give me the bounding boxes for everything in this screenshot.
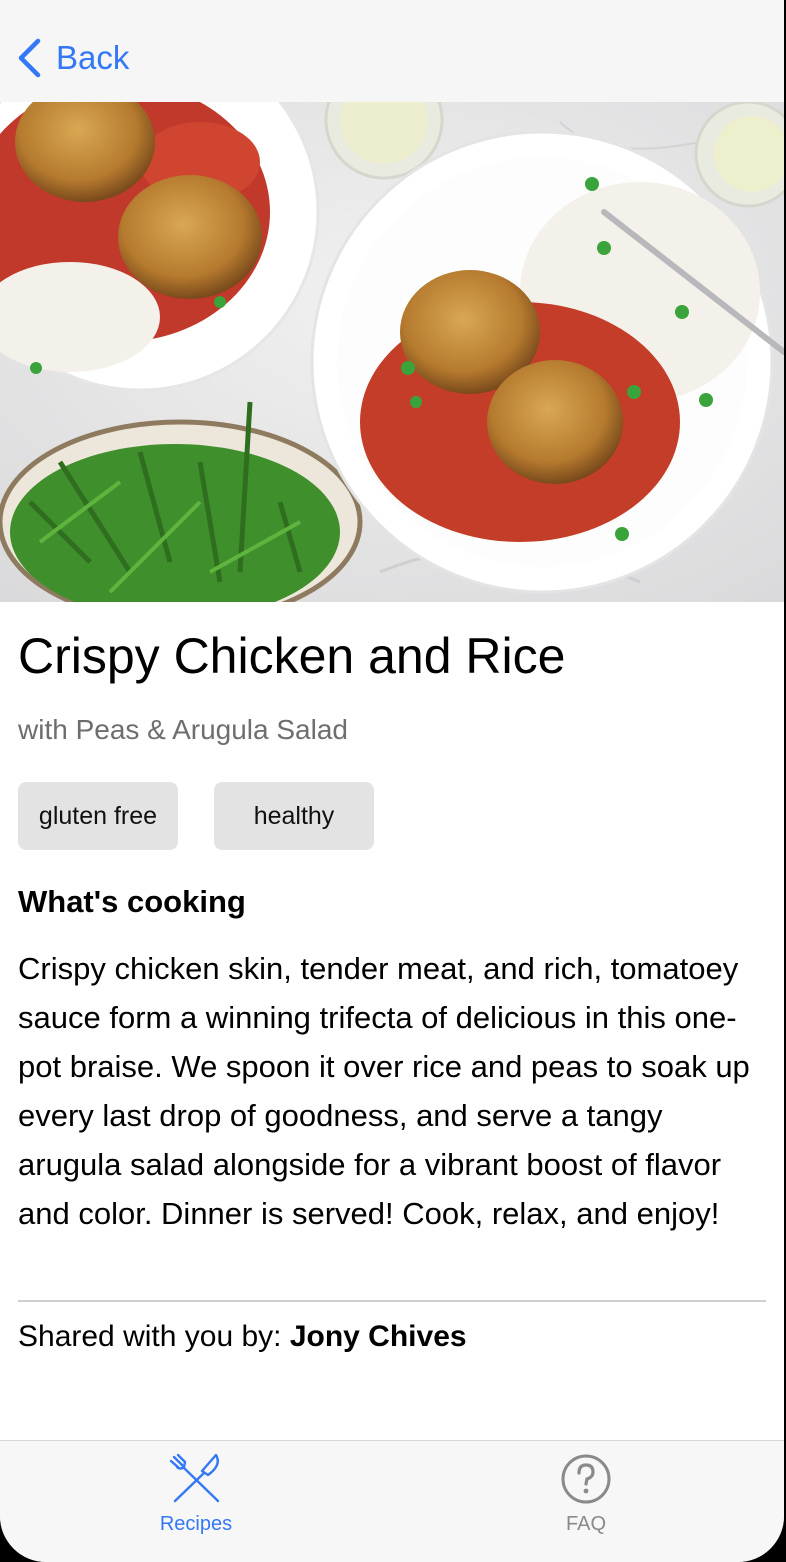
tab-bar: Recipes FAQ [0,1440,784,1562]
tab-faq[interactable]: FAQ [486,1451,686,1536]
fork-knife-icon [169,1453,220,1503]
section-heading: What's cooking [18,884,246,919]
recipe-screen: Back Crispy Chicken and Rice with Peas &… [0,0,784,1562]
tag-gluten-free[interactable]: gluten free [18,782,178,850]
shared-by-line: Shared with you by: Jony Chives [18,1320,467,1354]
recipe-title: Crispy Chicken and Rice [18,628,566,684]
recipe-photo [0,102,784,602]
tag-healthy[interactable]: healthy [214,782,374,850]
tab-recipes-label: Recipes [159,1513,233,1535]
tab-faq-label: FAQ [565,1513,606,1535]
chevron-left-icon [18,38,41,78]
question-circle-icon [561,1454,611,1504]
shared-by-name: Jony Chives [289,1320,467,1353]
navigation-bar: Back [0,0,784,103]
divider [18,1300,766,1302]
shared-prefix: Shared with you by: [18,1320,282,1353]
recipe-subtitle: with Peas & Arugula Salad [18,714,348,745]
tag-list: gluten free healthy [18,782,374,850]
recipe-description: Crispy chicken skin, tender meat, and ri… [18,951,750,1231]
back-button[interactable]: Back [16,36,129,80]
back-label: Back [56,39,130,76]
tab-recipes[interactable]: Recipes [96,1451,296,1536]
